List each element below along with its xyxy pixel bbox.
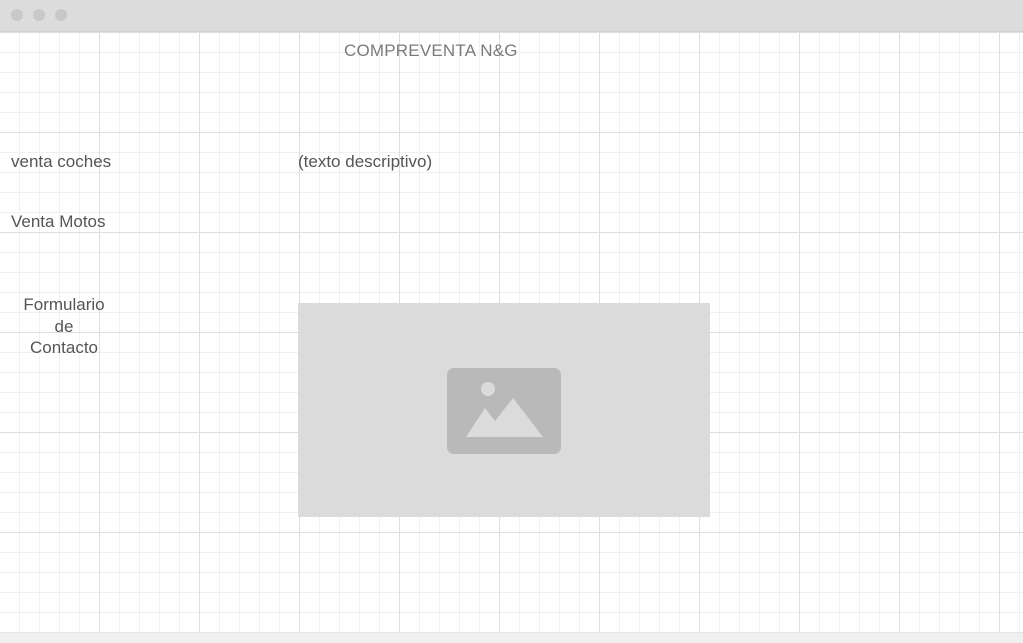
image-icon: [447, 368, 561, 454]
description-text: (texto descriptivo): [298, 152, 433, 171]
close-window-dot-icon[interactable]: [11, 9, 23, 21]
minimize-window-dot-icon[interactable]: [33, 9, 45, 21]
nav-link-venta-motos[interactable]: Venta Motos: [11, 212, 106, 232]
nav-link-formulario-contacto[interactable]: Formulario de Contacto: [14, 294, 114, 359]
image-placeholder: [298, 303, 710, 517]
nav-link-venta-coches[interactable]: venta coches: [11, 152, 111, 172]
window-titlebar: [0, 0, 1023, 32]
maximize-window-dot-icon[interactable]: [55, 9, 67, 21]
mockup-window: COMPREVENTA N&G venta coches Venta Motos…: [0, 0, 1023, 643]
page-title: COMPREVENTA N&G: [344, 41, 518, 60]
window-bottom-bar: [0, 632, 1023, 643]
